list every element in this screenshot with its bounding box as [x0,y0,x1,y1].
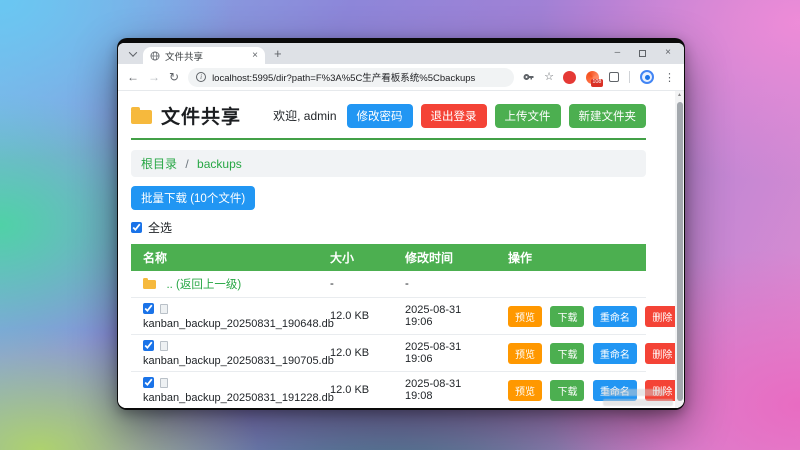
extension-badge: 108 [590,79,603,87]
col-header-name: 名称 [131,244,318,271]
extension-red-icon[interactable] [563,70,576,84]
col-header-size: 大小 [318,244,393,271]
select-all-checkbox[interactable] [131,222,142,233]
tab-title: 文件共享 [165,51,204,63]
file-time: 2025-08-31 19:08 [393,371,496,408]
watermark [603,389,673,406]
url-text: localhost:5995/dir?path=F%3A%5C生产看板系统%5C… [212,73,476,84]
maximize-button[interactable] [639,49,647,57]
extensions-area: 108 ⋮ [563,70,675,87]
chevron-down-icon [128,48,138,57]
welcome-text: 欢迎, admin [273,109,337,123]
reload-button[interactable]: ↻ [169,71,179,83]
parent-dir-time: - [393,271,496,298]
download-button[interactable]: 下载 [550,342,585,364]
rename-button[interactable]: 重命名 [592,342,637,364]
browser-toolbar: ← → ↻ i localhost:5995/dir?path=F%3A%5C生… [118,64,684,91]
breadcrumb-current: backups [197,157,242,171]
upload-file-button[interactable]: 上传文件 [494,103,561,128]
parent-dir-row: .. (返回上一级) - - [131,271,646,298]
table-header-row: 名称 大小 修改时间 操作 [131,244,646,271]
bookmark-star-icon[interactable]: ☆ [544,71,554,83]
file-icon [160,340,168,351]
extension-adblock-icon[interactable]: 108 [586,70,603,87]
file-table: 名称 大小 修改时间 操作 .. (返回上一级) - - kanban_back… [131,244,680,408]
page-title: 文件共享 [161,107,242,128]
tab-file-sharing[interactable]: 文件共享 × [143,47,265,64]
preview-button[interactable]: 预览 [508,305,542,327]
download-button[interactable]: 下载 [550,379,585,401]
site-info-icon[interactable]: i [196,72,207,82]
change-password-button[interactable]: 修改密码 [346,103,413,128]
preview-button[interactable]: 预览 [508,342,542,364]
table-row: kanban_backup_20250831_190648.db 12.0 KB… [131,297,680,335]
preview-button[interactable]: 预览 [508,379,542,401]
window-controls: – × [615,48,677,58]
download-button[interactable]: 下载 [550,305,585,327]
breadcrumb-root-link[interactable]: 根目录 [141,157,177,171]
globe-favicon-icon [150,51,160,60]
file-time: 2025-08-31 19:06 [393,297,496,335]
batch-download-button[interactable]: 批量下载 (10个文件) [131,186,256,210]
table-row: kanban_backup_20250831_191228.db 12.0 KB… [131,371,680,408]
close-window-button[interactable]: × [665,48,671,58]
row-checkbox[interactable] [143,377,154,388]
col-header-actions: 操作 [496,244,646,271]
new-folder-button[interactable]: 新建文件夹 [568,103,646,128]
folder-icon [143,278,156,289]
breadcrumb: 根目录 / backups [131,150,646,177]
toolbar-divider [629,71,630,83]
table-row: kanban_backup_20250831_190705.db 12.0 KB… [131,334,680,372]
file-name: kanban_backup_20250831_190705.db [143,355,334,367]
password-key-icon[interactable] [523,71,535,83]
file-name: kanban_backup_20250831_190648.db [143,318,334,330]
file-name: kanban_backup_20250831_191228.db [143,392,334,404]
browser-window: 文件共享 × + – × ← → ↻ i localhost:5995/dir?… [117,38,685,410]
file-icon [160,377,168,388]
breadcrumb-separator: / [185,157,189,171]
header-divider [131,138,646,140]
back-button[interactable]: ← [127,71,139,83]
page-header: 文件共享 欢迎, admin 修改密码 退出登录 上传文件 新建文件夹 [131,102,646,129]
file-time: 2025-08-31 19:06 [393,334,496,372]
logout-button[interactable]: 退出登录 [420,103,487,128]
tab-close-icon[interactable]: × [252,50,258,61]
rename-button[interactable]: 重命名 [592,305,637,327]
row-checkbox[interactable] [143,340,154,351]
tab-strip: 文件共享 × + – × [118,43,684,64]
folder-icon [131,107,152,124]
address-bar[interactable]: i localhost:5995/dir?path=F%3A%5C生产看板系统%… [188,67,515,87]
scrollbar-thumb[interactable] [676,102,683,401]
select-all-label: 全选 [148,221,173,235]
page-content: 文件共享 欢迎, admin 修改密码 退出登录 上传文件 新建文件夹 根目录 … [118,91,684,408]
tab-search-button[interactable] [125,46,141,62]
scroll-up-icon[interactable]: ▲ [675,92,684,98]
file-icon [160,303,168,314]
minimize-button[interactable]: – [615,48,621,58]
parent-dir-link[interactable]: .. (返回上一级) [166,279,241,291]
profile-avatar[interactable] [640,70,654,84]
col-header-time: 修改时间 [393,244,496,271]
browser-menu-icon[interactable]: ⋮ [664,71,675,84]
scrollbar[interactable]: ▲ [675,91,684,408]
extension-panel-icon[interactable] [609,72,619,82]
forward-button[interactable]: → [148,71,160,83]
parent-dir-size: - [318,271,393,298]
row-checkbox[interactable] [143,303,154,314]
new-tab-button[interactable]: + [274,47,282,60]
